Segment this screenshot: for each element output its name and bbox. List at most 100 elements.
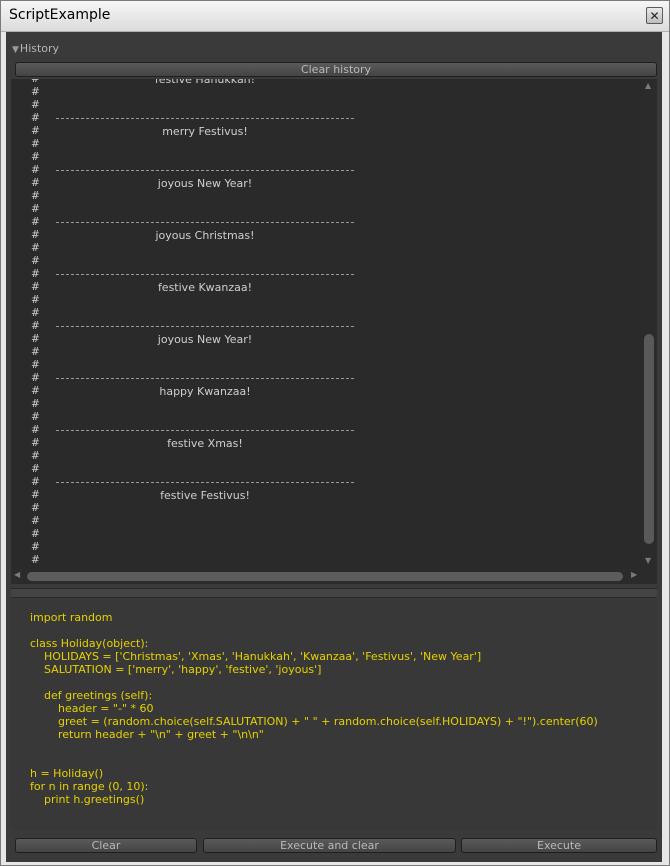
comment-hash: # xyxy=(31,242,40,254)
history-line: # joyous Christmas! xyxy=(11,229,641,242)
scroll-left-arrow-icon[interactable]: ◀ xyxy=(14,570,20,579)
comment-hash: # xyxy=(31,346,40,358)
separator-line xyxy=(56,118,354,119)
greeting-message: merry Festivus! xyxy=(162,125,248,138)
comment-hash: # xyxy=(31,424,40,436)
comment-hash: # xyxy=(31,138,40,150)
horizontal-scroll-thumb[interactable] xyxy=(27,572,623,581)
separator-line xyxy=(56,170,354,171)
comment-hash: # xyxy=(31,203,40,215)
separator-line xyxy=(56,222,354,223)
scroll-right-arrow-icon[interactable]: ▶ xyxy=(631,570,637,579)
comment-hash: # xyxy=(31,541,40,553)
comment-hash: # xyxy=(31,359,40,371)
comment-hash: # xyxy=(31,99,40,111)
history-lines: # festive Hanukkah! # # # # merry Festivus! # # #… xyxy=(11,79,641,569)
history-line: # xyxy=(11,242,641,255)
comment-hash: # xyxy=(31,112,40,124)
code-editor[interactable]: import random class Holiday(object): HOLI… xyxy=(11,599,657,830)
execute-and-clear-button[interactable]: Execute and clear xyxy=(203,838,456,853)
comment-hash: # xyxy=(31,450,40,462)
script-example-window: ScriptExample ✕ ▼History Clear history #… xyxy=(0,0,670,866)
window-title: ScriptExample xyxy=(9,7,111,23)
history-line: # xyxy=(11,554,641,567)
code-line: class Holiday(object): xyxy=(30,637,149,650)
comment-hash: # xyxy=(31,320,40,332)
history-vertical-scrollbar[interactable]: ▲ ▼ xyxy=(642,79,657,569)
comment-hash: # xyxy=(31,476,40,488)
history-line: # xyxy=(11,151,641,164)
comment-hash: # xyxy=(31,86,40,98)
history-line: # xyxy=(11,372,641,385)
comment-hash: # xyxy=(31,463,40,475)
history-line: # festive Xmas! xyxy=(11,437,641,450)
code-line: HOLIDAYS = ['Christmas', 'Xmas', 'Hanukk… xyxy=(30,650,482,663)
close-icon: ✕ xyxy=(649,8,660,23)
comment-hash: # xyxy=(31,216,40,228)
clear-history-button[interactable]: Clear history xyxy=(15,62,657,77)
history-line: # xyxy=(11,463,641,476)
greeting-message: joyous New Year! xyxy=(157,177,253,190)
code-line: return header + "\n" + greet + "\n\n" xyxy=(30,728,264,741)
comment-hash: # xyxy=(31,502,40,514)
history-line: # xyxy=(11,268,641,281)
history-line: # xyxy=(11,411,641,424)
history-line: # xyxy=(11,359,641,372)
comment-hash: # xyxy=(31,528,40,540)
code-line: header = "-" * 60 xyxy=(30,702,154,715)
greeting-message: festive Festivus! xyxy=(160,489,250,502)
history-line: # merry Festivus! xyxy=(11,125,641,138)
history-output[interactable]: # festive Hanukkah! # # # # merry Festivus! # # #… xyxy=(11,79,657,584)
history-horizontal-scrollbar[interactable]: ◀ ▶ xyxy=(11,569,657,584)
comment-hash: # xyxy=(31,281,40,293)
code-line: h = Holiday() xyxy=(30,767,104,780)
clear-button[interactable]: Clear xyxy=(15,838,197,853)
history-label: History xyxy=(19,42,60,55)
greeting-message: festive Kwanzaa! xyxy=(157,281,253,294)
comment-hash: # xyxy=(31,437,40,449)
comment-hash: # xyxy=(31,190,40,202)
history-line: # xyxy=(11,398,641,411)
foldout-triangle-icon[interactable]: ▼ xyxy=(12,45,19,55)
history-line: # festive Festivus! xyxy=(11,489,641,502)
history-line: # happy Kwanzaa! xyxy=(11,385,641,398)
code-line: print h.greetings() xyxy=(30,793,145,806)
separator-line xyxy=(56,378,354,379)
vertical-scroll-thumb[interactable] xyxy=(644,334,654,544)
comment-hash: # xyxy=(31,489,40,501)
comment-hash: # xyxy=(31,125,40,137)
title-bar[interactable]: ScriptExample ✕ xyxy=(1,1,669,32)
history-line: # xyxy=(11,190,641,203)
greeting-message: joyous Christmas! xyxy=(155,229,255,242)
comment-hash: # xyxy=(31,372,40,384)
history-line: # xyxy=(11,450,641,463)
history-line: # xyxy=(11,476,641,489)
comment-hash: # xyxy=(31,268,40,280)
history-line: # xyxy=(11,99,641,112)
history-line: # xyxy=(11,203,641,216)
separator-line xyxy=(56,326,354,327)
scroll-up-arrow-icon[interactable]: ▲ xyxy=(645,81,651,90)
comment-hash: # xyxy=(31,333,40,345)
history-line: # joyous New Year! xyxy=(11,177,641,190)
history-line: # xyxy=(11,515,641,528)
greeting-message: festive Hanukkah! xyxy=(154,79,256,86)
comment-hash: # xyxy=(31,177,40,189)
execute-button[interactable]: Execute xyxy=(461,838,657,853)
comment-hash: # xyxy=(31,255,40,267)
history-line: # xyxy=(11,307,641,320)
comment-hash: # xyxy=(31,411,40,423)
greeting-message: festive Xmas! xyxy=(167,437,243,450)
history-line: # xyxy=(11,164,641,177)
comment-hash: # xyxy=(31,164,40,176)
history-line: # festive Hanukkah! xyxy=(11,79,641,86)
scroll-down-arrow-icon[interactable]: ▼ xyxy=(645,556,651,565)
history-foldout[interactable]: ▼History xyxy=(12,42,59,55)
panel-split-handle[interactable] xyxy=(11,588,657,598)
close-button[interactable]: ✕ xyxy=(646,7,663,24)
comment-hash: # xyxy=(31,385,40,397)
comment-hash: # xyxy=(31,554,40,566)
greeting-message: happy Kwanzaa! xyxy=(159,385,251,398)
history-line: # joyous New Year! xyxy=(11,333,641,346)
comment-hash: # xyxy=(31,151,40,163)
